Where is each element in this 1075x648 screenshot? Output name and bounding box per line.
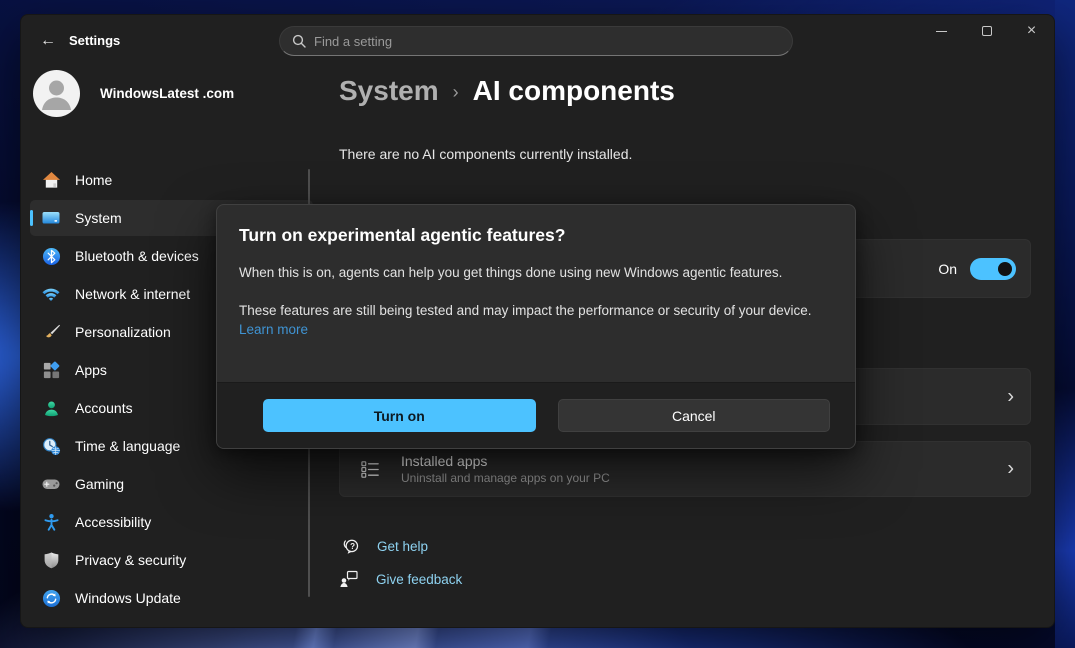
empty-state-message: There are no AI components currently ins… [339, 146, 632, 162]
get-help-icon: ? [341, 537, 360, 556]
search-icon [292, 34, 306, 48]
sidebar-item-accessibility[interactable]: Accessibility [30, 504, 313, 540]
apps-icon [41, 360, 61, 380]
row-subtitle: Uninstall and manage apps on your PC [401, 471, 610, 485]
sidebar-item-label: System [75, 210, 122, 226]
give-feedback-link[interactable]: Give feedback [339, 569, 462, 589]
chevron-right-icon: › [1007, 385, 1014, 408]
wallpaper-ribbon [1055, 0, 1075, 648]
sidebar-item-home[interactable]: Home [30, 162, 313, 198]
close-icon: × [1027, 23, 1036, 39]
turn-on-button[interactable]: Turn on [263, 399, 536, 432]
row-title: Installed apps [401, 453, 610, 469]
agentic-toggle[interactable] [970, 258, 1016, 280]
give-feedback-label: Give feedback [376, 572, 462, 587]
accessibility-icon [41, 512, 61, 532]
toggle-knob-icon [998, 262, 1012, 276]
sidebar-item-label: Windows Update [75, 590, 181, 606]
sidebar-item-label: Apps [75, 362, 107, 378]
sidebar-item-label: Privacy & security [75, 552, 186, 568]
sidebar-item-privacy[interactable]: Privacy & security [30, 542, 313, 578]
svg-text:?: ? [350, 542, 355, 551]
sidebar-item-label: Time & language [75, 438, 180, 454]
dialog-footer: Turn on Cancel [217, 382, 855, 448]
maximize-icon [982, 26, 992, 36]
profile-area[interactable]: WindowsLatest .com [33, 70, 234, 117]
maximize-button[interactable] [964, 15, 1009, 47]
back-button[interactable]: ← [33, 29, 63, 53]
settings-window: ← Settings × WindowsLatest .com Home [20, 14, 1055, 628]
search-input[interactable] [314, 34, 780, 49]
get-help-label: Get help [377, 539, 428, 554]
chevron-right-icon: › [1007, 458, 1014, 481]
minimize-icon [936, 31, 947, 32]
breadcrumb-parent[interactable]: System [339, 75, 439, 107]
privacy-icon [41, 550, 61, 570]
accounts-icon [41, 398, 61, 418]
close-button[interactable]: × [1009, 15, 1054, 47]
bluetooth-icon [41, 246, 61, 266]
network-icon [41, 284, 61, 304]
page-title: AI components [473, 75, 675, 107]
home-icon [41, 170, 61, 190]
sidebar-item-label: Personalization [75, 324, 171, 340]
search-box[interactable] [279, 26, 793, 56]
time-language-icon [41, 436, 61, 456]
give-feedback-icon [339, 569, 359, 589]
learn-more-link[interactable]: Learn more [239, 322, 308, 337]
gaming-icon [41, 474, 61, 494]
personalization-icon [41, 322, 61, 342]
sidebar-item-label: Accessibility [75, 514, 151, 530]
breadcrumb-separator-icon: › [453, 82, 459, 103]
installed-apps-icon [360, 459, 381, 480]
desktop: { "titlebar": { "app_title": "Settings" … [0, 0, 1075, 648]
sidebar-item-label: Gaming [75, 476, 124, 492]
window-controls: × [919, 15, 1054, 47]
agentic-features-dialog: Turn on experimental agentic features? W… [216, 204, 856, 449]
sidebar-item-label: Accounts [75, 400, 133, 416]
sidebar-item-gaming[interactable]: Gaming [30, 466, 313, 502]
profile-name: WindowsLatest .com [100, 86, 234, 101]
sidebar-item-label: Bluetooth & devices [75, 248, 199, 264]
system-icon [41, 208, 61, 228]
breadcrumb: System › AI components [339, 75, 675, 107]
dialog-body-text: When this is on, agents can help you get… [239, 263, 815, 283]
cancel-button[interactable]: Cancel [558, 399, 831, 432]
installed-apps-row[interactable]: Installed apps Uninstall and manage apps… [339, 441, 1031, 497]
sidebar-item-label: Home [75, 172, 112, 188]
app-title: Settings [69, 33, 120, 48]
dialog-note: These features are still being tested an… [239, 303, 812, 318]
windows-update-icon [41, 588, 61, 608]
avatar [33, 70, 80, 117]
get-help-link[interactable]: ? Get help [341, 537, 428, 556]
dialog-note-text: These features are still being tested an… [239, 301, 815, 340]
toggle-state-label: On [938, 261, 957, 277]
dialog-title: Turn on experimental agentic features? [239, 225, 815, 246]
minimize-button[interactable] [919, 15, 964, 47]
sidebar-item-windows-update[interactable]: Windows Update [30, 580, 313, 616]
sidebar-item-label: Network & internet [75, 286, 190, 302]
